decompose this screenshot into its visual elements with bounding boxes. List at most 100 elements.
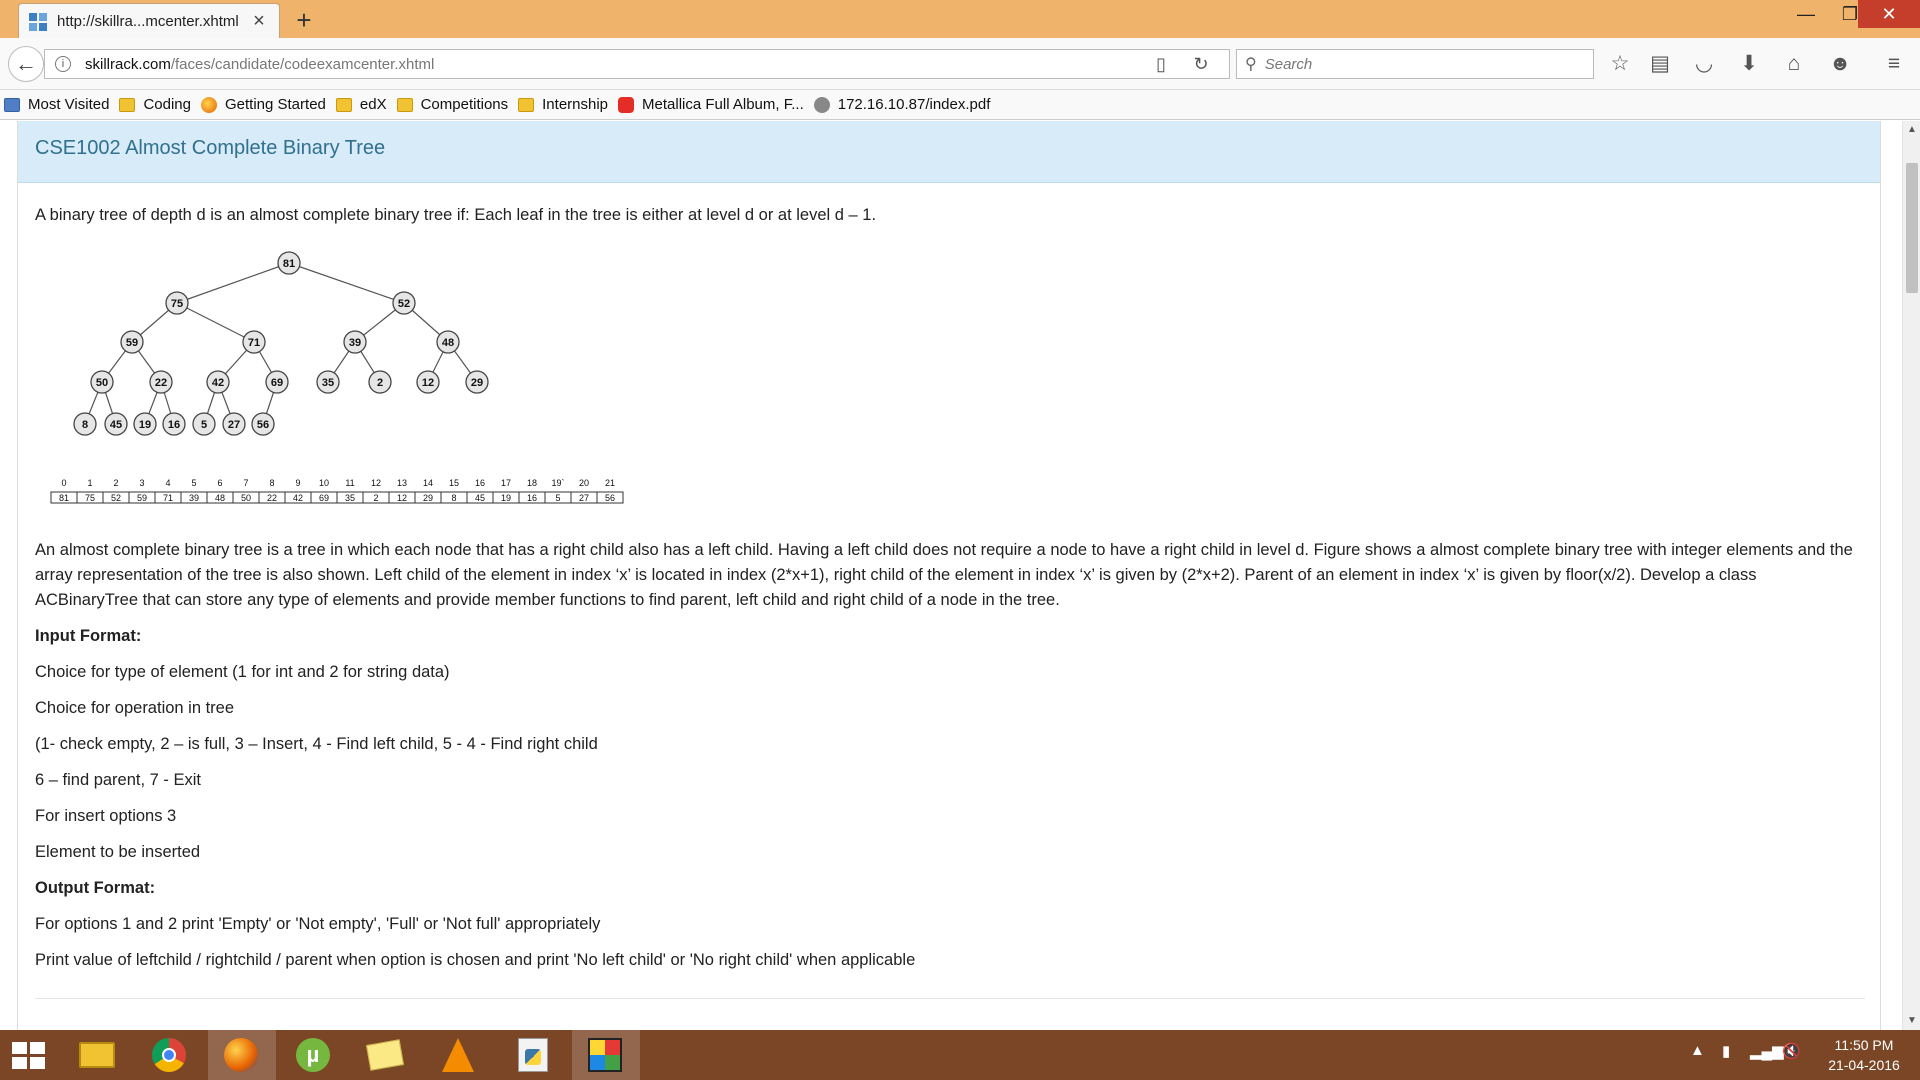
bookmarks-menu-icon[interactable]: ▤: [1644, 48, 1676, 80]
youtube-icon: [618, 96, 635, 113]
bookmark-edx[interactable]: edX: [335, 96, 387, 113]
array-value-label: 45: [475, 493, 485, 503]
array-value-label: 42: [293, 493, 303, 503]
pocket-icon[interactable]: ◡: [1688, 48, 1720, 80]
tree-node-label: 27: [228, 419, 240, 431]
array-index-label: 19`: [551, 478, 564, 488]
description-text: An almost complete binary tree is a tree…: [35, 541, 1853, 609]
array-index-label: 15: [449, 478, 459, 488]
battery-icon[interactable]: ▮: [1722, 1042, 1730, 1060]
system-clock[interactable]: 11:50 PM 21-04-2016: [1818, 1035, 1910, 1075]
array-index-label: 9: [295, 478, 300, 488]
close-window-button[interactable]: ✕: [1858, 0, 1920, 28]
array-value-label: 19: [501, 493, 511, 503]
home-icon[interactable]: ⌂: [1778, 48, 1810, 80]
taskbar-python[interactable]: [500, 1030, 568, 1080]
array-index-label: 17: [501, 478, 511, 488]
url-bar[interactable]: i skillrack.com /faces/candidate/codeexa…: [44, 49, 1230, 79]
page-content: CSE1002 Almost Complete Binary Tree A bi…: [0, 121, 1902, 1030]
folder-icon: [396, 97, 413, 112]
tree-node-label: 39: [349, 337, 361, 349]
close-tab-icon[interactable]: ×: [249, 10, 269, 33]
tree-node-label: 22: [155, 377, 167, 389]
reader-view-icon[interactable]: ▯: [1141, 54, 1181, 75]
new-tab-button[interactable]: +: [290, 6, 318, 34]
array-index-label: 4: [165, 478, 170, 488]
utorrent-icon: µ: [296, 1038, 330, 1072]
tree-figure: 81 75 52 59 71 39 48 50 22 42 69 35 2 12 29 8 45 19 16 5 27 5…: [35, 238, 655, 538]
array-index-label: 11: [345, 478, 354, 488]
scroll-down-icon[interactable]: ▼: [1903, 1012, 1920, 1030]
bookmark-metallica[interactable]: Metallica Full Album, F...: [618, 96, 804, 113]
volume-muted-icon[interactable]: 🔇: [1782, 1042, 1801, 1060]
app-tiles-icon: [588, 1038, 622, 1072]
downloads-icon[interactable]: ⬇: [1733, 48, 1765, 80]
array-index-label: 12: [371, 478, 381, 488]
bookmark-internship[interactable]: Internship: [518, 96, 608, 113]
taskbar-vlc[interactable]: [424, 1030, 492, 1080]
tree-edge: [176, 262, 290, 304]
site-info-icon[interactable]: i: [55, 56, 71, 72]
array-value-label: 12: [397, 493, 407, 503]
array-value-label: 22: [267, 493, 277, 503]
reload-icon[interactable]: ↻: [1181, 54, 1221, 75]
bookmark-star-icon[interactable]: ☆: [1604, 48, 1636, 80]
output-line: For options 1 and 2 print 'Empty' or 'No…: [35, 915, 601, 933]
array-value-label: 29: [423, 493, 433, 503]
taskbar-file-explorer[interactable]: [64, 1030, 132, 1080]
problem-header: CSE1002 Almost Complete Binary Tree: [18, 121, 1880, 183]
tree-node-label: 42: [212, 377, 224, 389]
clock-date: 21-04-2016: [1828, 1057, 1900, 1073]
input-line: Choice for operation in tree: [35, 699, 235, 717]
array-value-label: 8: [451, 493, 456, 503]
tree-node-label: 56: [257, 419, 269, 431]
array-index-label: 2: [113, 478, 118, 488]
array-value-label: 5: [555, 493, 560, 503]
show-hidden-icons[interactable]: ▲: [1690, 1042, 1705, 1059]
array-value-label: 35: [345, 493, 355, 503]
folder-icon: [335, 97, 352, 112]
bookmark-competitions[interactable]: Competitions: [396, 96, 508, 113]
browser-tab[interactable]: http://skillra...mcenter.xhtml ×: [18, 3, 280, 39]
windows-taskbar: µ ▲ ▮ ▂▄▆ 🔇 11:50 PM 21-04-2016: [0, 1030, 1920, 1080]
input-line: Choice for type of element (1 for int an…: [35, 663, 450, 681]
array-index-label: 18: [527, 478, 537, 488]
bookmarks-toolbar: Most Visited Coding Getting Started edX …: [0, 90, 1920, 120]
bookmark-getting-started[interactable]: Getting Started: [200, 96, 326, 113]
bookmark-index-pdf[interactable]: 172.16.10.87/index.pdf: [813, 96, 990, 113]
array-value-label: 2: [373, 493, 378, 503]
tree-node-label: 29: [471, 377, 483, 389]
search-bar[interactable]: ⚲ Search: [1236, 49, 1594, 79]
bookmark-most-visited[interactable]: Most Visited: [4, 96, 109, 113]
scroll-up-icon[interactable]: ▲: [1903, 121, 1920, 139]
globe-icon: [813, 96, 830, 113]
scrollbar-thumb[interactable]: [1906, 163, 1918, 293]
input-line: For insert options 3: [35, 807, 177, 825]
folder-icon: [79, 1042, 115, 1068]
search-placeholder: Search: [1264, 55, 1313, 73]
back-button[interactable]: ←: [8, 46, 44, 82]
array-value-label: 50: [241, 493, 251, 503]
taskbar-app[interactable]: [572, 1030, 640, 1080]
array-value-label: 75: [85, 493, 95, 503]
bookmark-coding[interactable]: Coding: [119, 96, 191, 113]
chrome-icon: [152, 1038, 186, 1072]
tree-node-label: 71: [248, 337, 260, 349]
minimize-button[interactable]: —: [1784, 0, 1828, 28]
page-scrollbar[interactable]: ▲ ▼: [1902, 121, 1920, 1030]
taskbar-utorrent[interactable]: µ: [280, 1030, 348, 1080]
taskbar-sticky-notes[interactable]: [352, 1030, 420, 1080]
taskbar-chrome[interactable]: [136, 1030, 204, 1080]
taskbar-firefox[interactable]: [208, 1030, 276, 1080]
problem-title: CSE1002 Almost Complete Binary Tree: [35, 137, 386, 159]
tree-node-label: 59: [126, 337, 138, 349]
problem-panel: CSE1002 Almost Complete Binary Tree A bi…: [17, 121, 1881, 1030]
hello-icon[interactable]: ☻: [1824, 48, 1856, 80]
network-signal-icon[interactable]: ▂▄▆: [1750, 1042, 1784, 1060]
tree-node-label: 50: [96, 377, 108, 389]
menu-icon[interactable]: ≡: [1878, 48, 1910, 80]
browser-titlebar: http://skillra...mcenter.xhtml × + — ❐ ✕: [0, 0, 1920, 39]
binary-tree-diagram: 8175 5259 71 39 4850 22 42 69 35 2 12 298 45 19 16 5 27 5…: [50, 251, 624, 504]
start-button[interactable]: [0, 1030, 68, 1080]
tree-node-label: 81: [283, 258, 295, 270]
